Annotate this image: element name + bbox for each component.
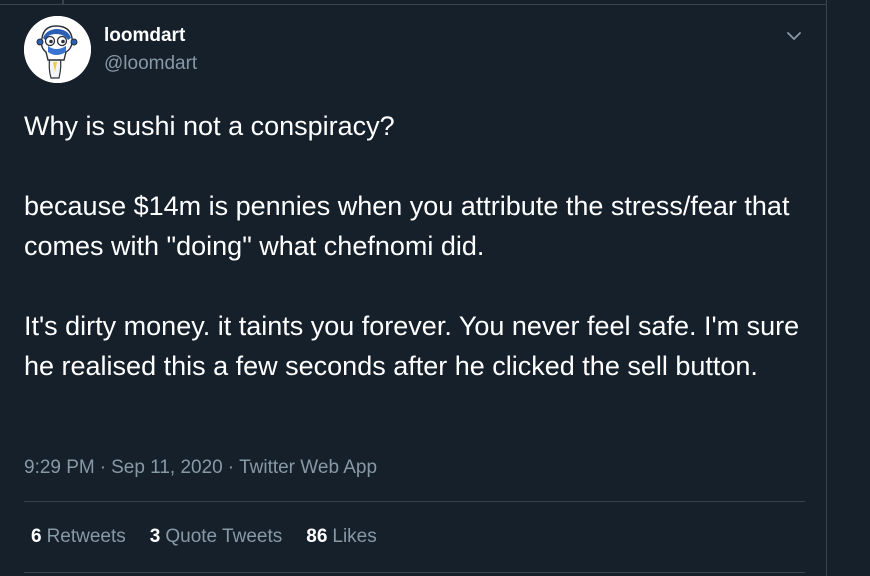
likes-count: 86 xyxy=(306,526,328,547)
quote-tweets-count: 3 xyxy=(149,526,161,547)
tweet-paragraph: Why is sushi not a conspiracy? xyxy=(24,111,395,141)
tweet-options-button[interactable] xyxy=(780,22,808,50)
quote-tweets-stat[interactable]: 3 Quote Tweets xyxy=(150,525,282,549)
tweet-time: 9:29 PM xyxy=(24,457,95,478)
cartoon-character-avatar-icon xyxy=(24,16,91,83)
likes-label: Likes xyxy=(332,526,377,547)
likes-stat[interactable]: 86 Likes xyxy=(306,525,377,549)
tweet-date: Sep 11, 2020 xyxy=(111,457,223,478)
chevron-down-icon xyxy=(787,32,801,40)
tweet-time-link[interactable]: 9:29 PM · Sep 11, 2020 xyxy=(24,457,223,478)
divider xyxy=(24,501,805,502)
tweet-text: Why is sushi not a conspiracy? because $… xyxy=(24,106,814,386)
tweet-source-link[interactable]: Twitter Web App xyxy=(239,457,377,478)
top-divider xyxy=(0,4,826,5)
column-border xyxy=(826,0,827,576)
tweet-metadata: 9:29 PM · Sep 11, 2020 · Twitter Web App xyxy=(24,456,377,480)
retweets-stat[interactable]: 6 Retweets xyxy=(31,525,126,549)
tweet-paragraph: because $14m is pennies when you attribu… xyxy=(24,191,790,261)
tweet-paragraph: It's dirty money. it taints you forever.… xyxy=(24,311,800,381)
thread-connector xyxy=(62,0,64,4)
author-handle[interactable]: @loomdart xyxy=(104,52,197,76)
retweets-label: Retweets xyxy=(46,526,126,547)
tweet-stats: 6 Retweets 3 Quote Tweets 86 Likes xyxy=(31,525,401,549)
tweet-detail-page: loomdart @loomdart Why is sushi not a co… xyxy=(0,0,870,576)
retweets-count: 6 xyxy=(31,526,42,547)
avatar[interactable] xyxy=(24,16,91,83)
separator: · xyxy=(227,457,235,478)
separator: · xyxy=(99,457,107,478)
quote-tweets-label: Quote Tweets xyxy=(165,526,283,547)
divider xyxy=(24,572,805,573)
author-display-name[interactable]: loomdart xyxy=(104,24,185,48)
